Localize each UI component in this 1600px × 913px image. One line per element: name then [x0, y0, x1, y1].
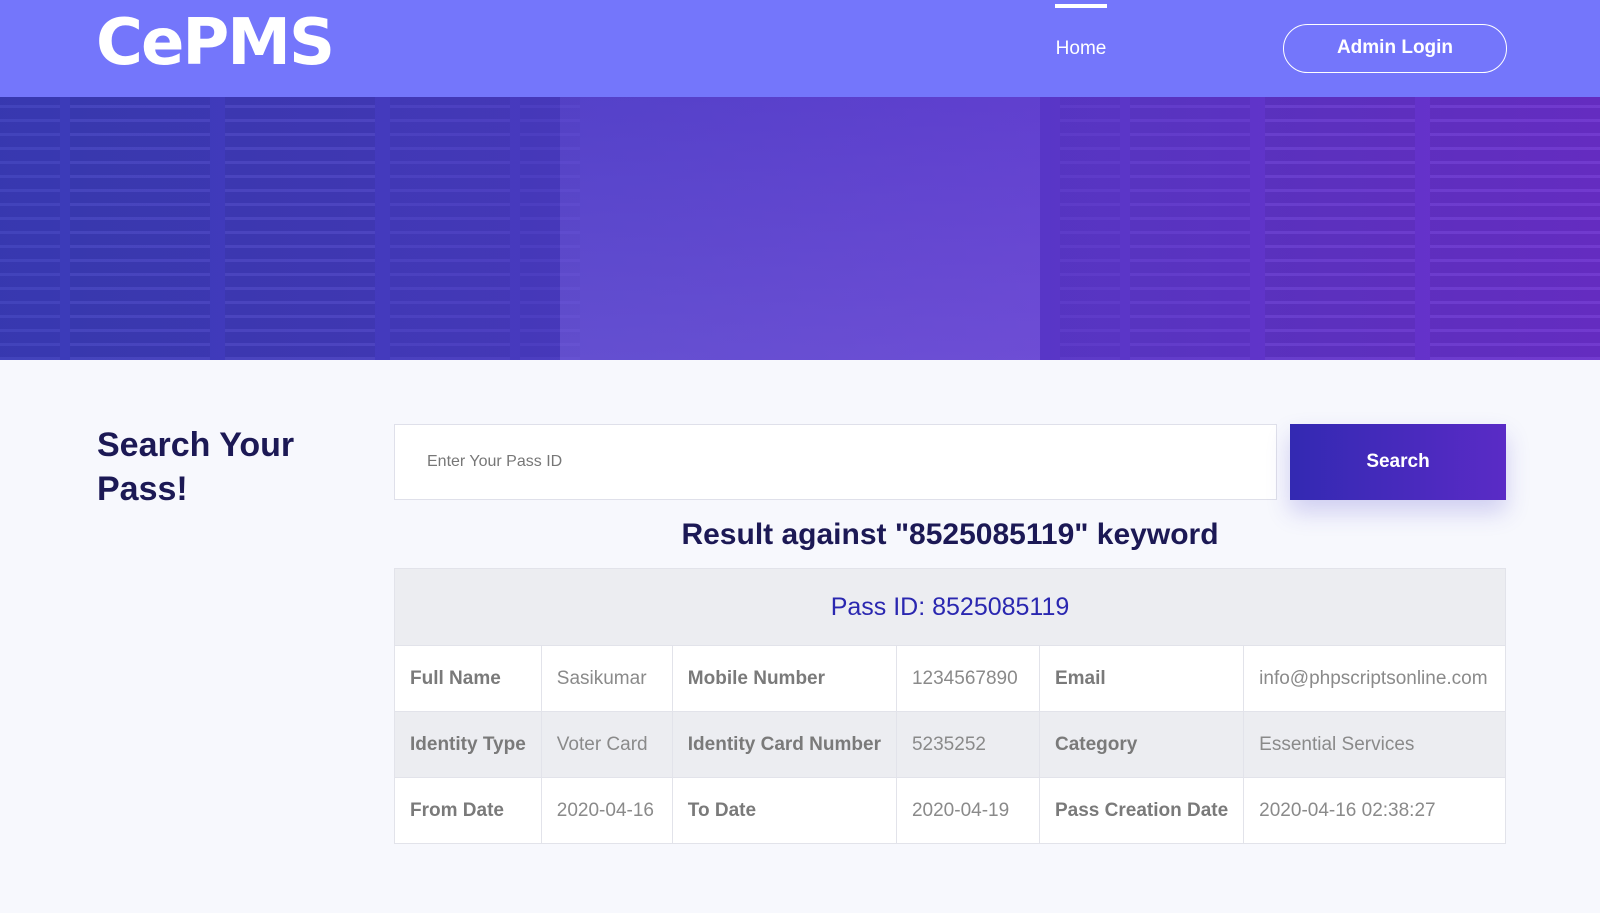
pass-creation-date-label: Pass Creation Date — [1038, 777, 1245, 844]
category-label: Category — [1038, 711, 1245, 778]
table-row: Identity Type Voter Card Identity Card N… — [394, 711, 1506, 778]
result-title: Result against "8525085119" keyword — [681, 518, 1219, 551]
to-date-label: To Date — [671, 777, 897, 844]
table-row: From Date 2020-04-16 To Date 2020-04-19 … — [394, 777, 1506, 844]
admin-login-button[interactable]: Admin Login — [1283, 24, 1507, 73]
active-nav-indicator — [1055, 4, 1107, 8]
search-button[interactable]: Search — [1290, 424, 1506, 500]
identity-card-number-value: 5235252 — [895, 711, 1040, 778]
pass-details-table: Pass ID: 8525085119 Full Name Sasikumar … — [394, 568, 1506, 844]
from-date-value: 2020-04-16 — [540, 777, 673, 844]
full-name-label: Full Name — [394, 645, 542, 712]
table-row: Full Name Sasikumar Mobile Number 123456… — [394, 645, 1506, 712]
mobile-number-value: 1234567890 — [895, 645, 1040, 712]
email-label: Email — [1038, 645, 1245, 712]
pass-id-search-input[interactable] — [394, 424, 1277, 500]
top-navbar: CePMS Home Admin Login — [0, 0, 1600, 97]
pass-id-header: Pass ID: 8525085119 — [394, 568, 1506, 646]
category-value: Essential Services — [1243, 711, 1506, 778]
nav-home-link[interactable]: Home — [1055, 0, 1107, 97]
to-date-value: 2020-04-19 — [895, 777, 1040, 844]
identity-card-number-label: Identity Card Number — [671, 711, 897, 778]
identity-type-label: Identity Type — [394, 711, 542, 778]
site-logo[interactable]: CePMS — [96, 6, 335, 80]
hero-banner — [0, 97, 1600, 360]
identity-type-value: Voter Card — [540, 711, 673, 778]
email-value: info@phpscriptsonline.com — [1243, 645, 1506, 712]
from-date-label: From Date — [394, 777, 542, 844]
nav-home-label: Home — [1055, 38, 1107, 59]
mobile-number-label: Mobile Number — [671, 645, 897, 712]
full-name-value: Sasikumar — [540, 645, 673, 712]
search-heading: Search Your Pass! — [97, 426, 295, 508]
pass-creation-date-value: 2020-04-16 02:38:27 — [1243, 777, 1506, 844]
